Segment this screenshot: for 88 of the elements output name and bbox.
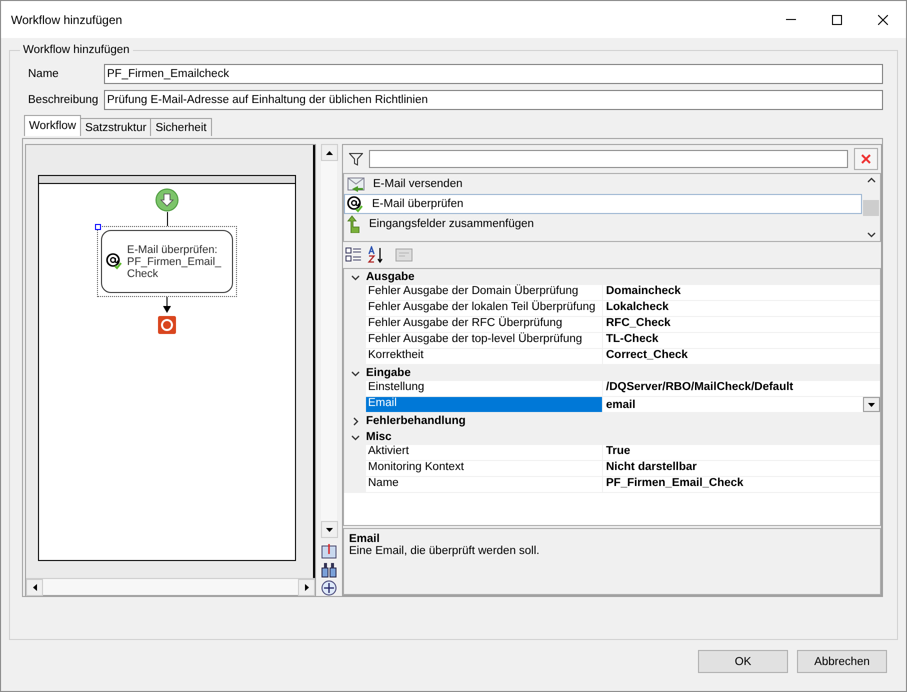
- close-icon: [878, 14, 888, 24]
- activity-list-item[interactable]: Eingangsfelder zusammenfügen: [344, 214, 862, 234]
- group-title: Workflow hinzufügen: [22, 44, 131, 56]
- collapse-icon: [350, 368, 360, 378]
- description-text: Eine Email, die überprüft werden soll.: [349, 545, 540, 557]
- category-name: Ausgabe: [366, 271, 415, 283]
- property-value: Correct_Check: [605, 349, 689, 363]
- category-row[interactable]: Ausgabe: [344, 269, 880, 285]
- property-value: True: [605, 445, 632, 459]
- clear-icon: [861, 154, 871, 164]
- collapse-icon: [350, 432, 360, 442]
- scroll-up-icon: [866, 176, 876, 185]
- expand-icon: [350, 416, 360, 426]
- window-title: Workflow hinzufügen: [11, 12, 124, 26]
- scroll-thumb[interactable]: [863, 200, 879, 216]
- dialog-button[interactable]: Abbrechen: [797, 650, 887, 673]
- tab[interactable]: Workflow: [24, 115, 82, 136]
- property-value: Domaincheck: [605, 285, 682, 299]
- maximize-icon: [832, 14, 842, 24]
- property-name[interactable]: Fehler Ausgabe der top-level Überprüfung: [366, 333, 603, 348]
- field-label: Name: [27, 68, 60, 80]
- category-row[interactable]: Eingabe: [344, 365, 880, 381]
- property-name[interactable]: Email: [366, 397, 603, 412]
- scroll-down-button[interactable]: [320, 521, 338, 538]
- move-icon[interactable]: [321, 580, 337, 596]
- book-icon[interactable]: [321, 542, 337, 560]
- activity-name: Eingangsfelder zusammenfügen: [369, 218, 534, 230]
- collapse-icon: [350, 272, 360, 282]
- text-field[interactable]: PF_Firmen_Emailcheck: [104, 64, 883, 84]
- activity-label: E-Mail überprüfen:: [127, 244, 218, 256]
- filter-icon: [349, 152, 363, 166]
- binoculars-icon[interactable]: [321, 562, 337, 578]
- property-value: TL-Check: [605, 333, 660, 347]
- down-triangle-icon: [326, 528, 332, 532]
- property-name[interactable]: Monitoring Kontext: [366, 461, 603, 476]
- property-name[interactable]: Fehler Ausgabe der lokalen Teil Überprüfung: [366, 301, 603, 316]
- property-pages-icon: [395, 246, 413, 264]
- resize-handle[interactable]: [95, 224, 101, 230]
- merge-arrow-icon: [347, 215, 361, 233]
- envelope-icon: [347, 176, 365, 192]
- description-title: Email: [349, 533, 381, 545]
- clear-button[interactable]: [854, 148, 878, 170]
- property-value: RFC_Check: [605, 317, 672, 331]
- activity-label: PF_Firmen_Email_: [127, 256, 222, 268]
- minimize-icon: [786, 19, 796, 20]
- activity-name: E-Mail versenden: [373, 178, 462, 190]
- dialog-button[interactable]: OK: [698, 650, 788, 673]
- property-name[interactable]: Korrektheit: [366, 349, 603, 364]
- tab[interactable]: Sicherheit: [150, 118, 212, 136]
- stop-icon: [158, 316, 176, 334]
- property-value-field[interactable]: email: [603, 398, 863, 410]
- alphabetical-sort-icon[interactable]: [367, 246, 385, 264]
- property-value: /DQServer/RBO/MailCheck/Default: [605, 381, 794, 395]
- at-check-icon: [347, 196, 364, 212]
- property-value: Lokalcheck: [605, 301, 670, 315]
- up-triangle-icon: [326, 150, 332, 154]
- right-triangle-icon: [304, 584, 308, 591]
- property-value: Nicht darstellbar: [605, 461, 698, 475]
- at-check-icon: [106, 253, 123, 270]
- category-name: Eingabe: [366, 367, 411, 379]
- activity-list-item[interactable]: E-Mail versenden: [344, 174, 862, 194]
- scroll-up-button[interactable]: [320, 144, 338, 161]
- property-name[interactable]: Fehler Ausgabe der Domain Überprüfung: [366, 285, 603, 300]
- property-value: PF_Firmen_Email_Check: [605, 477, 744, 491]
- scroll-down-icon: [866, 230, 876, 239]
- property-name[interactable]: Name: [366, 477, 603, 492]
- field-label: Beschreibung: [27, 94, 100, 106]
- property-name[interactable]: Fehler Ausgabe der RFC Überprüfung: [366, 317, 603, 332]
- categorized-view-icon[interactable]: [345, 246, 363, 264]
- text-field[interactable]: Prüfung E-Mail-Adresse auf Einhaltung der üblichen Richtlinien: [104, 90, 883, 110]
- activity-list-item[interactable]: E-Mail überprüfen: [344, 194, 862, 214]
- horizontal-scrollbar[interactable]: [26, 578, 315, 595]
- down-arrow: [163, 297, 171, 313]
- activity-label: Check: [127, 268, 160, 280]
- property-name[interactable]: Einstellung: [366, 381, 603, 396]
- left-triangle-icon: [32, 584, 36, 591]
- scroll-left-button[interactable]: [26, 579, 43, 596]
- scroll-right-button[interactable]: [298, 579, 315, 596]
- down-triangle-icon: [868, 402, 875, 406]
- dropdown-button[interactable]: [863, 397, 880, 412]
- category-row[interactable]: Fehlerbehandlung: [344, 413, 880, 429]
- activity-node[interactable]: E-Mail überprüfen: PF_Firmen_Email_ Check: [101, 230, 233, 293]
- category-name: Misc: [366, 431, 392, 443]
- filter-field[interactable]: [369, 150, 848, 168]
- category-row[interactable]: Misc: [344, 429, 880, 445]
- activity-name: E-Mail überprüfen: [372, 198, 464, 210]
- property-name[interactable]: Aktiviert: [366, 445, 603, 460]
- category-name: Fehlerbehandlung: [366, 415, 466, 427]
